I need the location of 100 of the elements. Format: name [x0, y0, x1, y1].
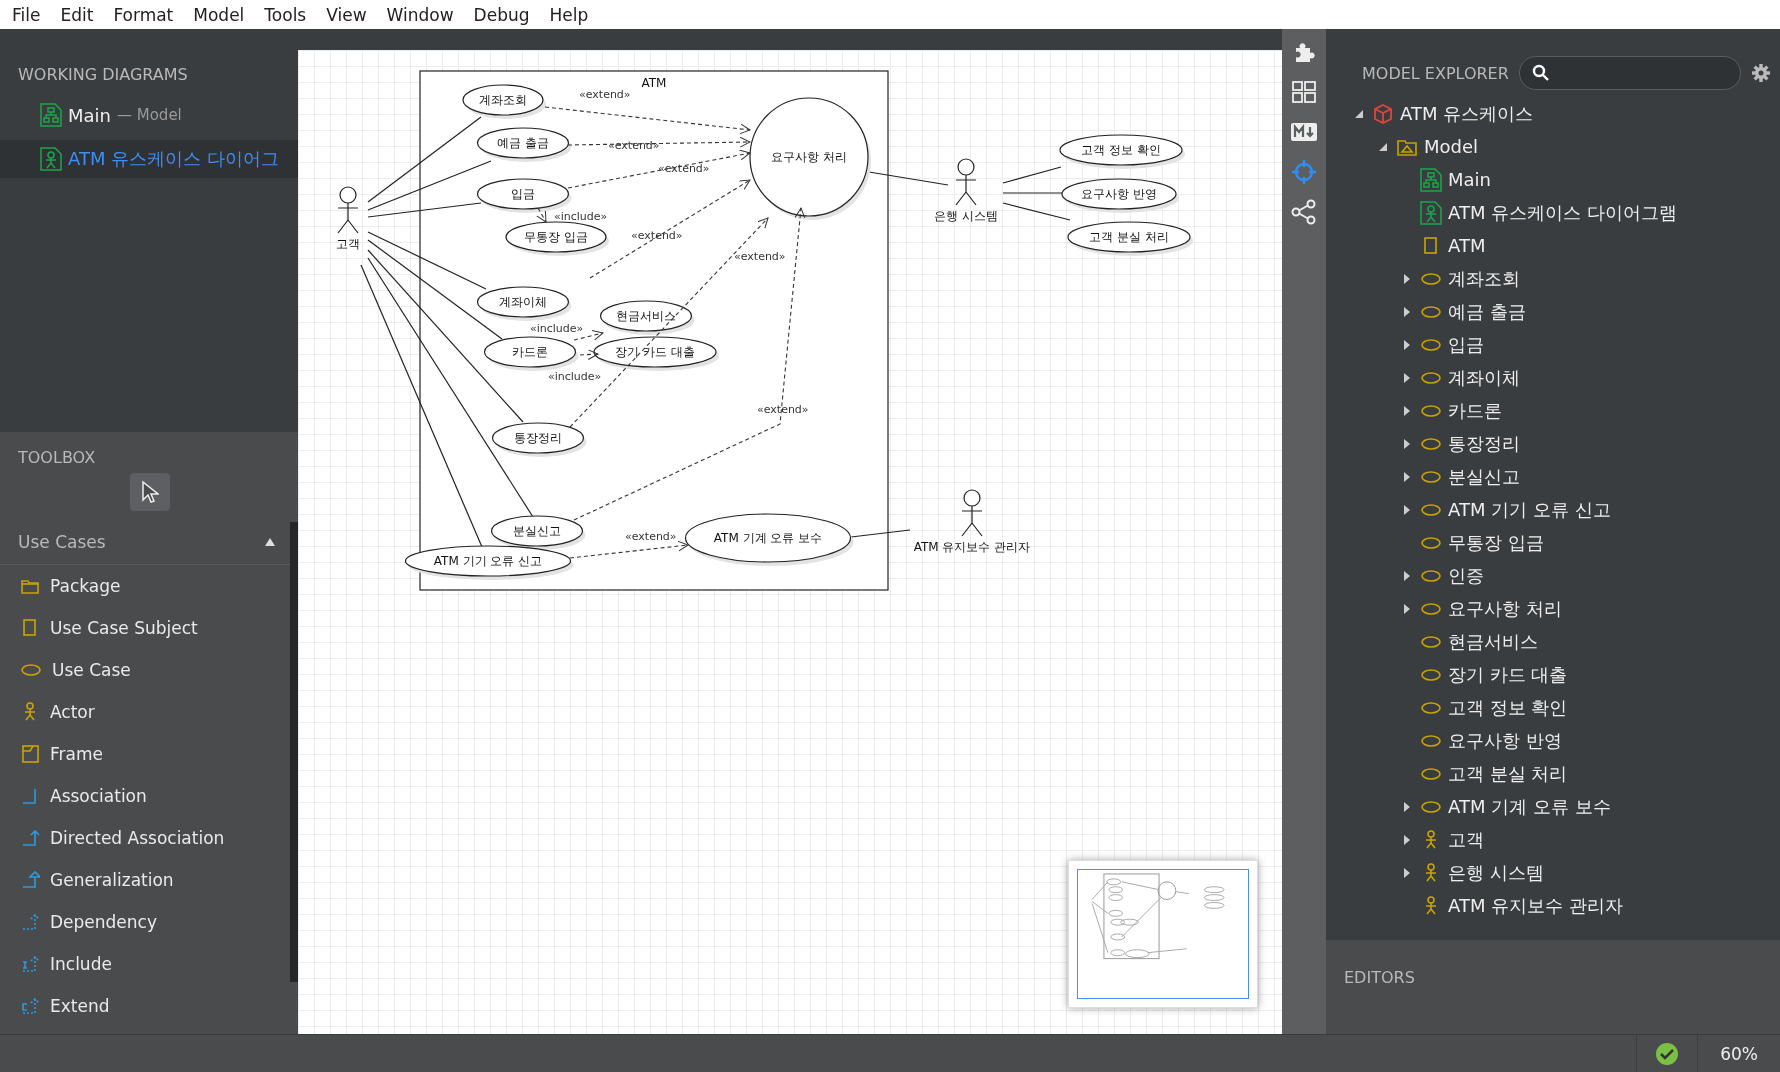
tool-item[interactable]: Directed Association [50, 828, 225, 848]
search-icon [1531, 64, 1550, 82]
tree-item[interactable]: 계좌이체 [1448, 365, 1520, 390]
menu-item[interactable]: Edit [50, 4, 104, 25]
association-line [1002, 202, 1071, 221]
frame-icon [20, 744, 40, 764]
minimap[interactable] [1068, 860, 1258, 1008]
expanded-arrow-icon[interactable] [1354, 108, 1364, 119]
actor-label: ATM 유지보수 관리자 [913, 540, 1031, 554]
tree-item[interactable]: 계좌조회 [1448, 266, 1520, 291]
collapsed-arrow-icon[interactable] [1403, 503, 1411, 516]
stereotype-label: «extend» [734, 250, 786, 263]
scrollbar[interactable] [290, 522, 298, 982]
use-case: 통장정리 [491, 422, 587, 457]
tool-item[interactable]: Association [50, 786, 147, 806]
stereotype-label: «extend» [625, 530, 677, 543]
collapsed-arrow-icon[interactable] [1403, 338, 1411, 351]
tree-item[interactable]: ATM [1448, 235, 1486, 256]
actor-figure [337, 186, 359, 234]
menu-item[interactable]: Tools [254, 4, 317, 25]
tree-item[interactable]: 입금 [1448, 332, 1484, 357]
tree-item[interactable]: 요구사항 처리 [1448, 596, 1562, 621]
tree-item[interactable]: 고객 정보 확인 [1448, 695, 1568, 720]
working-diagram-item[interactable]: Main — Model [0, 96, 298, 134]
stereotype-label: «extend» [757, 403, 809, 416]
tree-item[interactable]: ATM 유스케이스 [1400, 101, 1534, 126]
tree-item[interactable]: 무통장 입금 [1448, 530, 1544, 555]
tree-item[interactable]: 분실신고 [1448, 464, 1520, 489]
cube-icon [1372, 102, 1394, 125]
stereotype-label: «extend» [608, 139, 660, 152]
tool-item[interactable]: Use Case [52, 660, 131, 680]
use-case: 분실신고 [490, 515, 586, 550]
share-icon[interactable] [1290, 199, 1318, 225]
use-case: 무통장 입금 [505, 221, 609, 256]
use-case: 계좌조회 [462, 84, 546, 119]
actor-label: 고객 [336, 237, 360, 251]
tree-item[interactable]: 현금서비스 [1448, 629, 1538, 654]
toolbox-group-title[interactable]: Use Cases [18, 531, 106, 552]
tree-item[interactable]: 카드론 [1448, 398, 1502, 423]
tree-item[interactable]: 고객 [1448, 827, 1484, 852]
tree-item[interactable]: 장기 카드 대출 [1448, 662, 1568, 687]
collapsed-arrow-icon[interactable] [1403, 569, 1411, 582]
layout-icon[interactable] [1290, 79, 1318, 105]
pointer-tool-button[interactable] [130, 473, 170, 511]
menu-item[interactable]: Format [103, 4, 184, 25]
collapsed-arrow-icon[interactable] [1403, 602, 1411, 615]
tree-item[interactable]: 인증 [1448, 563, 1484, 588]
tool-item[interactable]: Dependency [50, 912, 157, 932]
tree-item[interactable]: 요구사항 반영 [1448, 728, 1562, 753]
menu-item[interactable]: Model [183, 4, 255, 25]
tree-item[interactable]: ATM 유스케이스 다이어그램 [1448, 200, 1677, 225]
use-case: 요구사항 반영 [1061, 178, 1179, 213]
tool-item[interactable]: Frame [50, 744, 103, 764]
menu-item[interactable]: Help [539, 4, 599, 25]
collapsed-arrow-icon[interactable] [1403, 371, 1411, 384]
collapsed-arrow-icon[interactable] [1403, 833, 1411, 846]
tool-item[interactable]: Include [50, 954, 112, 974]
stereotype-label: «include» [554, 210, 608, 223]
expanded-arrow-icon[interactable] [1378, 141, 1388, 152]
cursor-icon [141, 480, 159, 504]
collapsed-arrow-icon[interactable] [1403, 437, 1411, 450]
tree-item[interactable]: 통장정리 [1448, 431, 1520, 456]
use-case: 예금 출금 [476, 127, 572, 162]
association-line [1002, 166, 1062, 184]
working-diagram-item[interactable]: ATM 유스케이스 다이어그 [0, 140, 298, 178]
tree-item[interactable]: ATM 기계 오류 보수 [1448, 794, 1611, 819]
menu-item[interactable]: View [316, 4, 377, 25]
tool-item[interactable]: Actor [50, 702, 95, 722]
tree-item[interactable]: 은행 시스템 [1448, 860, 1544, 885]
use-case: 요구사항 처리 [749, 97, 871, 220]
collapsed-arrow-icon[interactable] [1403, 470, 1411, 483]
use-case: ATM 기계 오류 보수 [684, 513, 854, 566]
menu-item[interactable]: File [2, 4, 51, 25]
collapse-arrow-icon[interactable] [264, 536, 276, 547]
stereotype-label: «include» [530, 322, 584, 335]
settings-icon[interactable] [1750, 63, 1771, 83]
tool-item[interactable]: Generalization [50, 870, 174, 890]
use-case: 고객 정보 확인 [1059, 134, 1185, 169]
tree-item[interactable]: ATM 유지보수 관리자 [1448, 893, 1623, 918]
tree-item[interactable]: 예금 출금 [1448, 299, 1526, 324]
collapsed-arrow-icon[interactable] [1403, 800, 1411, 813]
search-field[interactable] [1518, 56, 1741, 90]
tree-item[interactable]: 고객 분실 처리 [1448, 761, 1568, 786]
tool-item[interactable]: Extend [50, 996, 110, 1016]
tree-item[interactable]: ATM 기기 오류 신고 [1448, 497, 1611, 522]
menu-item[interactable]: Window [376, 4, 464, 25]
dependency-icon [20, 912, 40, 932]
collapsed-arrow-icon[interactable] [1403, 866, 1411, 879]
association-line [850, 529, 911, 538]
use-case: 고객 분실 처리 [1067, 221, 1193, 256]
collapsed-arrow-icon[interactable] [1403, 404, 1411, 417]
dependency-arrow [536, 207, 547, 223]
tool-item[interactable]: Use Case Subject [50, 618, 198, 638]
collapsed-arrow-icon[interactable] [1403, 272, 1411, 285]
tree-item[interactable]: Main [1448, 169, 1491, 190]
collapsed-arrow-icon[interactable] [1403, 305, 1411, 318]
menu-item[interactable]: Debug [463, 4, 540, 25]
panel-title: WORKING DIAGRAMS [17, 65, 189, 84]
tree-item[interactable]: Model [1424, 136, 1479, 157]
tool-item[interactable]: Package [50, 576, 121, 596]
